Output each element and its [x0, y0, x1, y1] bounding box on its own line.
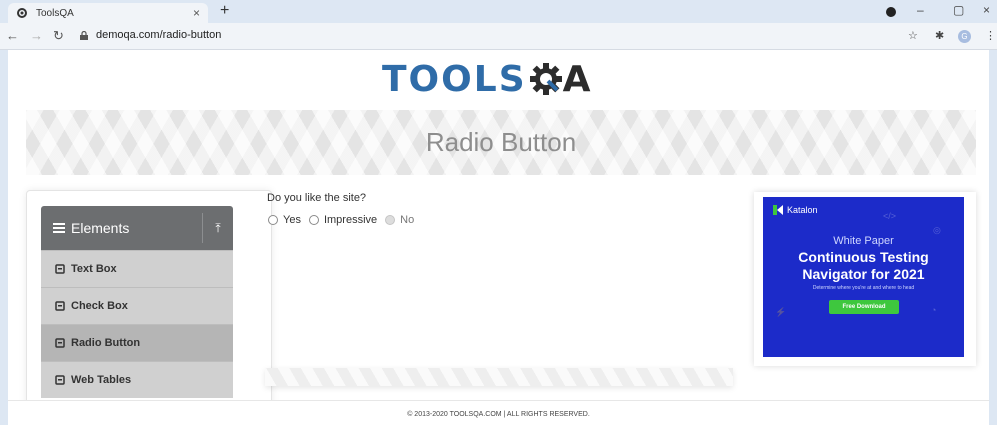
radio-yes[interactable]: Yes — [268, 214, 301, 226]
radio-circle — [385, 215, 396, 225]
katalon-ad[interactable]: Katalon </> ◎ ⚡ ◔ White Paper Continuous… — [763, 197, 964, 357]
free-download-button[interactable]: Free Download — [829, 300, 899, 314]
code-deco-icon: </> — [883, 211, 897, 221]
lock-icon — [80, 30, 88, 40]
address-bar: ← → ↻ demoqa.com/radio-button ☆ ✱ G ⋮ — [0, 23, 997, 50]
record-icon[interactable] — [886, 7, 896, 17]
item-icon — [55, 338, 65, 348]
browser-menu-icon[interactable]: ⋮ — [985, 29, 996, 42]
ad-tagline: Determine where you're at and where to h… — [812, 285, 915, 291]
gauge-deco-icon: ◔ — [931, 305, 937, 315]
item-icon — [55, 375, 65, 385]
ad-brand: Katalon — [773, 205, 818, 215]
radio-label[interactable]: Impressive — [324, 214, 377, 226]
url-field[interactable]: demoqa.com/radio-button — [80, 29, 221, 41]
forward-arrow-icon[interactable]: → — [30, 28, 43, 43]
page-banner: Radio Button — [26, 110, 976, 175]
hamburger-icon — [53, 223, 65, 233]
ad-strip-placeholder — [265, 368, 733, 386]
logo-gear-icon — [529, 63, 562, 95]
back-arrow-icon[interactable]: ← — [6, 28, 19, 43]
url-text: demoqa.com/radio-button — [96, 29, 222, 41]
maximize-button[interactable]: ▢ — [953, 3, 964, 17]
window-close-button[interactable]: × — [983, 3, 990, 17]
logo-text-a: A — [562, 58, 591, 100]
toolsqa-favicon-icon — [17, 8, 27, 18]
page-title: Radio Button — [425, 127, 577, 157]
radio-label[interactable]: Yes — [283, 214, 301, 226]
ad-headline-line-2: Navigator for 2021 — [802, 266, 925, 282]
minimize-button[interactable]: – — [917, 3, 924, 17]
ad-headline: Continuous Testing Navigator for 2021 — [763, 249, 964, 283]
browser-tab[interactable]: ToolsQA × — [8, 3, 208, 23]
collapse-arrow-icon[interactable]: ⤒ — [203, 221, 233, 236]
browser-tab-strip: ToolsQA × + – ▢ × — [0, 0, 997, 23]
question-text: Do you like the site? — [267, 192, 367, 204]
new-tab-button[interactable]: + — [220, 2, 229, 20]
extensions-puzzle-icon[interactable]: ✱ — [935, 29, 944, 42]
sidebar-item-radio-button[interactable]: Radio Button — [41, 324, 233, 361]
radio-circle[interactable] — [268, 215, 278, 225]
ad-headline-line-1: Continuous Testing — [798, 249, 929, 265]
bookmark-star-icon[interactable]: ☆ — [908, 29, 918, 42]
radio-label: No — [400, 214, 415, 226]
radio-group: Yes Impressive No — [268, 214, 422, 226]
radio-no: No — [385, 214, 414, 226]
page-footer: © 2013-2020 TOOLSQA.COM | ALL RIGHTS RES… — [8, 400, 989, 425]
sidebar-group-elements[interactable]: Elements ⤒ — [41, 206, 233, 250]
tab-title: ToolsQA — [36, 7, 74, 19]
item-icon — [55, 301, 65, 311]
sidebar-item-label: Text Box — [71, 263, 117, 275]
page-viewport: TOOLS A Radio Button Elements ⤒ Text Box… — [8, 50, 989, 425]
radio-impressive[interactable]: Impressive — [308, 214, 377, 226]
katalon-logo-icon — [773, 205, 783, 215]
ad-brand-name: Katalon — [787, 205, 818, 215]
sidebar-item-label: Check Box — [71, 300, 128, 312]
tab-close-icon[interactable]: × — [193, 6, 200, 20]
item-icon — [55, 264, 65, 274]
logo-text-tools: TOOLS — [382, 58, 527, 100]
bolt-deco-icon: ⚡ — [775, 307, 787, 317]
profile-avatar[interactable]: G — [958, 30, 971, 43]
sidebar-item-web-tables[interactable]: Web Tables — [41, 361, 233, 398]
sidebar-group-label: Elements — [71, 220, 130, 236]
ad-subtitle: White Paper — [833, 235, 894, 247]
radio-circle[interactable] — [308, 215, 319, 225]
reload-icon[interactable]: ↻ — [53, 28, 64, 44]
toolsqa-logo[interactable]: TOOLS A — [382, 59, 591, 100]
sidebar-item-text-box[interactable]: Text Box — [41, 250, 233, 287]
sidebar-item-label: Radio Button — [71, 337, 141, 349]
sidebar-item-label: Web Tables — [71, 374, 132, 386]
sidebar-item-check-box[interactable]: Check Box — [41, 287, 233, 324]
